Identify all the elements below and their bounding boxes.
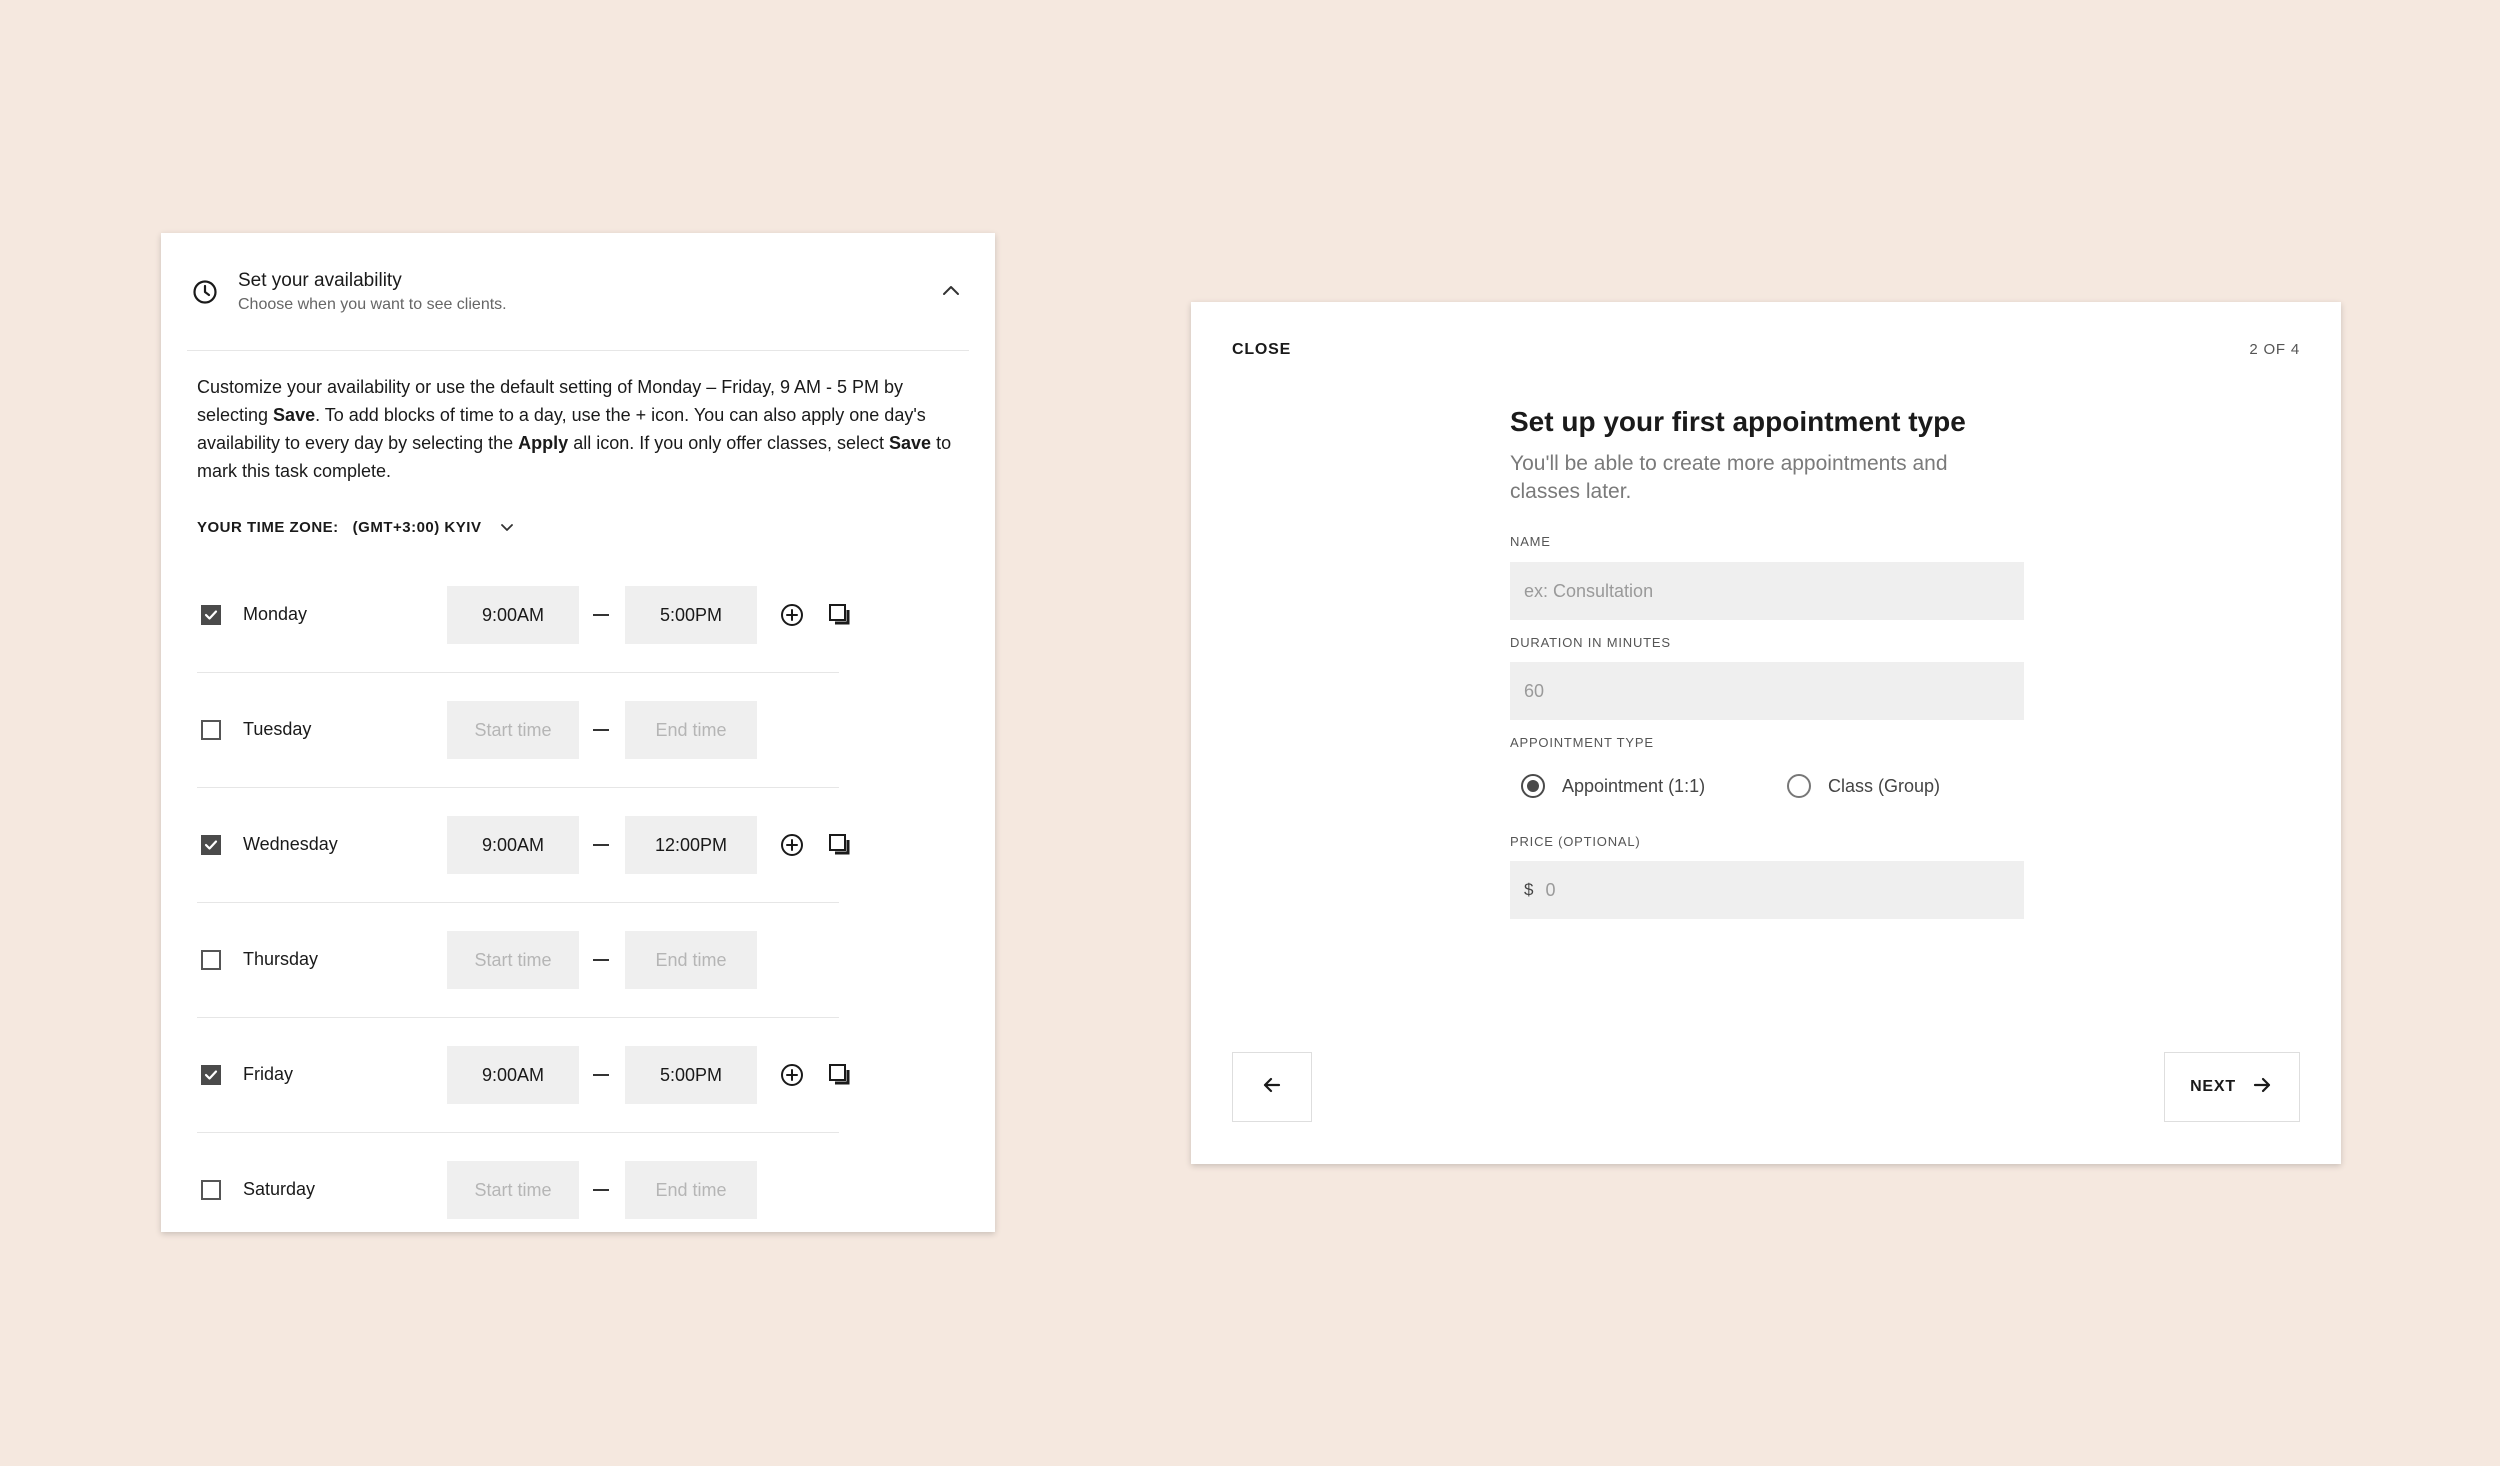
day-label-friday: Friday	[243, 1064, 294, 1084]
arrow-right-icon	[2250, 1073, 2274, 1102]
price-input[interactable]: $ 0	[1510, 861, 2024, 919]
start-time-input-tuesday[interactable]: Start time	[447, 701, 579, 759]
price-label: PRICE (OPTIONAL)	[1510, 834, 1641, 849]
day-label-thursday: Thursday	[243, 949, 319, 969]
day-row-tuesday: Tuesday Start time End time	[197, 672, 839, 788]
time-range-dash	[593, 1189, 609, 1191]
name-input[interactable]: ex: Consultation	[1510, 562, 2024, 620]
collapse-button[interactable]	[933, 275, 969, 311]
checkbox-tuesday[interactable]	[201, 720, 221, 740]
clock-icon	[191, 278, 219, 306]
appointment-type-label: APPOINTMENT TYPE	[1510, 735, 1654, 750]
copy-icon[interactable]	[827, 1062, 853, 1088]
end-time-input-tuesday[interactable]: End time	[625, 701, 757, 759]
page-title: Set up your first appointment type	[1510, 406, 1966, 437]
chevron-up-icon	[939, 279, 963, 308]
day-row-saturday: Saturday Start time End time	[197, 1132, 839, 1232]
checkbox-thursday[interactable]	[201, 950, 221, 970]
availability-header[interactable]: Set your availability Choose when you wa…	[187, 233, 969, 351]
radio-class-group[interactable]: Class (Group)	[1787, 774, 1940, 798]
duration-placeholder: 60	[1524, 680, 1545, 701]
start-time-input-wednesday[interactable]: 9:00AM	[447, 816, 579, 874]
availability-panel: Set your availability Choose when you wa…	[161, 233, 995, 1232]
next-button[interactable]: NEXT	[2164, 1052, 2300, 1122]
end-time-input-thursday[interactable]: End time	[625, 931, 757, 989]
day-row-monday: Monday 9:00AM 5:00PM	[197, 557, 850, 673]
radio-label: Class (Group)	[1828, 775, 1941, 796]
instructions-bold-save: Save	[889, 433, 932, 453]
day-row-friday: Friday 9:00AM 5:00PM	[197, 1017, 850, 1133]
appointment-setup-dialog: CLOSE 2 OF 4 Set up your first appointme…	[1191, 302, 2341, 1164]
name-label: NAME	[1510, 534, 1551, 549]
price-placeholder: 0	[1545, 879, 1556, 900]
arrow-left-icon	[1260, 1073, 1284, 1102]
radio-button[interactable]	[1787, 774, 1811, 798]
page-subtitle: You'll be able to create more appointmen…	[1510, 452, 1948, 503]
copy-icon[interactable]	[827, 832, 853, 858]
timezone-selector[interactable]: YOUR TIME ZONE: (GMT+3:00) KYIV	[197, 515, 515, 539]
radio-label: Appointment (1:1)	[1562, 775, 1706, 796]
day-row-wednesday: Wednesday 9:00AM 12:00PM	[197, 787, 850, 903]
duration-input[interactable]: 60	[1510, 662, 2024, 720]
copy-icon[interactable]	[827, 602, 853, 628]
name-placeholder: ex: Consultation	[1524, 580, 1654, 601]
add-circle-icon[interactable]	[779, 832, 805, 858]
checkbox-monday[interactable]	[201, 605, 221, 625]
instructions-bold-save: Save	[273, 405, 316, 425]
availability-subtitle: Choose when you want to see clients.	[238, 296, 507, 313]
chevron-down-icon[interactable]	[499, 519, 515, 535]
day-label-saturday: Saturday	[243, 1179, 316, 1199]
back-button[interactable]	[1232, 1052, 1312, 1122]
add-circle-icon[interactable]	[779, 1062, 805, 1088]
timezone-value[interactable]: (GMT+3:00) KYIV	[353, 519, 482, 536]
checkbox-saturday[interactable]	[201, 1180, 221, 1200]
duration-label: DURATION IN MINUTES	[1510, 635, 1671, 650]
instructions-bold-apply: Apply	[518, 433, 569, 453]
close-button[interactable]: CLOSE	[1232, 341, 1291, 359]
checkbox-friday[interactable]	[201, 1065, 221, 1085]
end-time-input-saturday[interactable]: End time	[625, 1161, 757, 1219]
end-time-input-wednesday[interactable]: 12:00PM	[625, 816, 757, 874]
availability-title: Set your availability	[238, 270, 402, 291]
next-label: NEXT	[2190, 1078, 2236, 1095]
instructions-text: all icon. If you only offer classes, sel…	[568, 433, 890, 453]
start-time-input-saturday[interactable]: Start time	[447, 1161, 579, 1219]
start-time-input-thursday[interactable]: Start time	[447, 931, 579, 989]
day-label-wednesday: Wednesday	[243, 834, 338, 854]
time-range-dash	[593, 1074, 609, 1076]
time-range-dash	[593, 844, 609, 846]
availability-instructions: Customize your availability or use the d…	[197, 373, 967, 485]
radio-button-selected[interactable]	[1521, 774, 1545, 798]
step-counter: 2 OF 4	[2249, 341, 2300, 358]
time-range-dash	[593, 729, 609, 731]
day-row-thursday: Thursday Start time End time	[197, 902, 839, 1018]
radio-appointment-1-1[interactable]: Appointment (1:1)	[1521, 774, 1705, 798]
end-time-input-friday[interactable]: 5:00PM	[625, 1046, 757, 1104]
timezone-label: YOUR TIME ZONE:	[197, 518, 339, 536]
start-time-input-monday[interactable]: 9:00AM	[447, 586, 579, 644]
add-circle-icon[interactable]	[779, 602, 805, 628]
end-time-input-monday[interactable]: 5:00PM	[625, 586, 757, 644]
currency-symbol: $	[1524, 880, 1534, 899]
start-time-input-friday[interactable]: 9:00AM	[447, 1046, 579, 1104]
day-label-tuesday: Tuesday	[243, 719, 312, 739]
day-label-monday: Monday	[243, 604, 308, 624]
time-range-dash	[593, 959, 609, 961]
time-range-dash	[593, 614, 609, 616]
checkbox-wednesday[interactable]	[201, 835, 221, 855]
